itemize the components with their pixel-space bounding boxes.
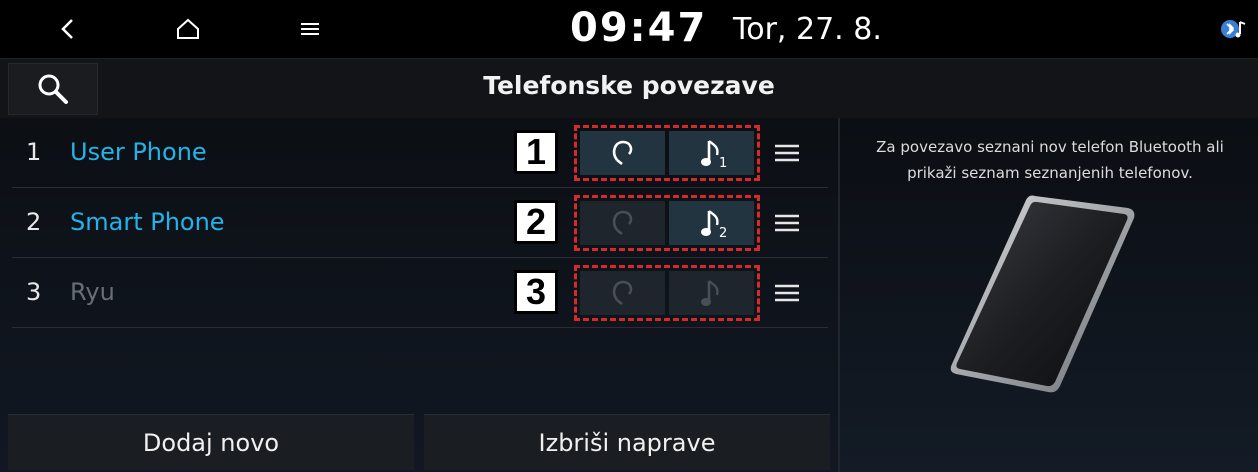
device-row[interactable]: 2 Smart Phone 2 2 [12,188,828,258]
home-icon [177,18,199,39]
hamburger-icon [775,284,799,302]
smartphone-illustration [950,195,1135,393]
page-title: Telefonske povezave [483,71,775,100]
status-bar: 09:47 Tor, 27. 8. [0,0,1258,58]
hamburger-icon [775,144,799,162]
menu-button[interactable] [288,8,332,50]
device-menu-button[interactable] [772,138,802,168]
call-toggle[interactable] [580,201,665,245]
device-menu-button[interactable] [772,208,802,238]
info-text-line: Za povezavo seznani nov telefon Bluetoot… [876,138,1224,156]
music-note-icon [700,280,719,306]
device-index: 2 [26,208,42,236]
audio-toggle[interactable] [669,271,754,315]
hamburger-icon [775,214,799,232]
connection-toggles [574,265,760,321]
clock-time: 09:47 [570,5,708,51]
back-button[interactable] [46,8,90,50]
home-button[interactable] [166,8,210,50]
call-toggle[interactable] [580,131,665,175]
call-toggle[interactable] [580,271,665,315]
callout-label: 2 [514,200,558,244]
device-name: Ryu [70,278,115,306]
device-name: Smart Phone [70,208,225,236]
device-index: 1 [26,138,42,166]
info-text-line: prikaži seznam seznanjenih telefonov. [907,164,1193,182]
device-row[interactable]: 3 Ryu 3 [12,258,828,328]
handsfree-icon [612,280,632,306]
device-row[interactable]: 1 User Phone 1 1 [12,118,828,188]
device-menu-button[interactable] [772,278,802,308]
bluetooth-audio-icon [1221,20,1246,38]
handsfree-icon [612,140,632,166]
callout-label: 3 [514,270,558,314]
device-index: 3 [26,278,42,306]
audio-toggle[interactable]: 2 [669,201,754,245]
device-list-panel: 1 User Phone 1 1 2 Smart Phone 2 2 3 Ryu… [0,118,838,472]
connection-toggles: 1 [574,125,760,181]
callout-label: 1 [514,130,558,174]
delete-devices-button[interactable]: Izbriši naprave [424,414,830,470]
connection-toggles: 2 [574,195,760,251]
audio-toggle[interactable]: 1 [669,131,754,175]
audio-slot-number: 2 [719,226,728,241]
chevron-left-icon [61,19,73,39]
info-panel: Za povezavo seznani nov telefon Bluetoot… [838,118,1258,472]
hamburger-icon [301,23,319,35]
add-new-button[interactable]: Dodaj novo [8,414,414,470]
title-bar: Telefonske povezave [0,58,1258,118]
clock-date: Tor, 27. 8. [733,12,882,47]
info-text: Za povezavo seznani nov telefon Bluetoot… [850,134,1250,186]
audio-slot-number: 1 [719,156,728,171]
device-name: User Phone [70,138,207,166]
handsfree-icon [612,210,632,236]
